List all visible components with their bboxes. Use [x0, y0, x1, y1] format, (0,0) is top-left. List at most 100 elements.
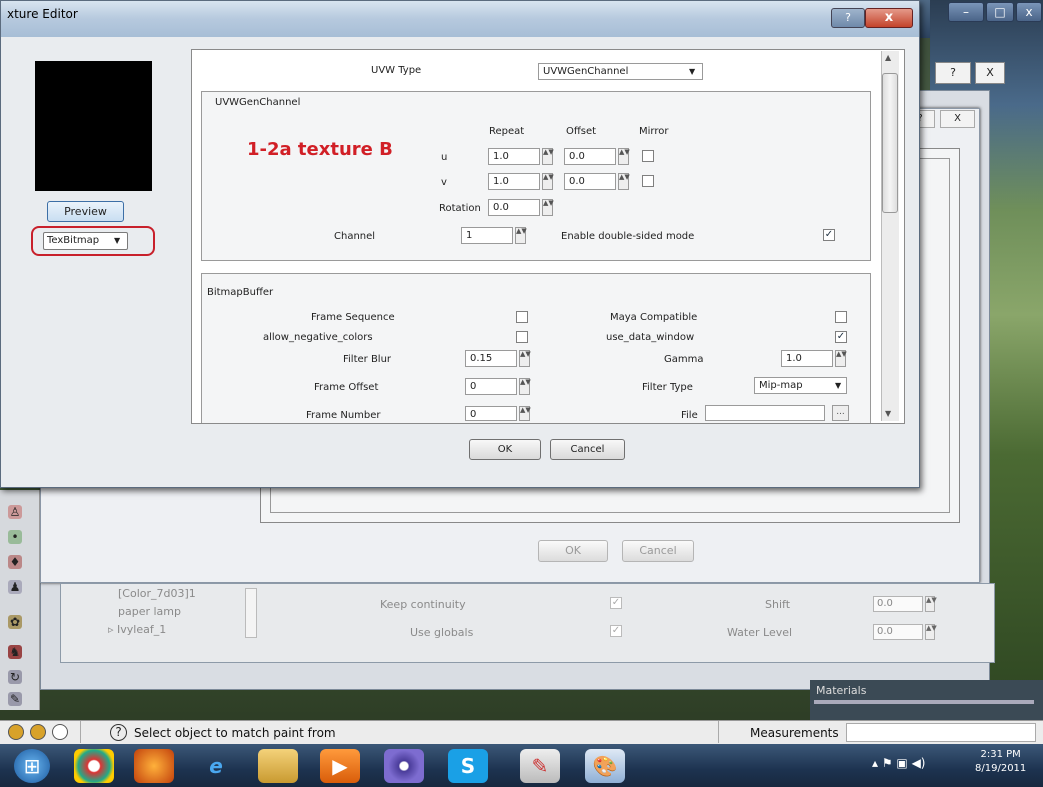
status-divider: [80, 721, 81, 743]
u-offset-input[interactable]: 0.0: [564, 148, 616, 165]
app-icon[interactable]: [384, 749, 424, 783]
keep-continuity-checkbox[interactable]: ✓: [610, 597, 622, 609]
filter-blur-input[interactable]: 0.15: [465, 350, 517, 367]
tool-icon-3[interactable]: [52, 724, 68, 740]
u-repeat-spinner[interactable]: ▲▼: [542, 148, 554, 165]
chevron-down-icon: ▼: [689, 67, 696, 76]
windows-start-icon[interactable]: ⊞: [14, 749, 50, 783]
rotation-label: Rotation: [439, 203, 481, 214]
water-level-spinner[interactable]: ▲▼: [925, 624, 937, 640]
firefox-icon[interactable]: [134, 749, 174, 783]
scrollbar-thumb[interactable]: [882, 73, 898, 213]
footprint-tool-icon[interactable]: •: [8, 530, 22, 544]
materials-divider: [814, 700, 1034, 704]
tool-icon-1[interactable]: [8, 724, 24, 740]
gamma-input[interactable]: 1.0: [781, 350, 833, 367]
frame-number-label: Frame Number: [306, 410, 381, 421]
sketchup-icon[interactable]: ✎: [520, 749, 560, 783]
help-button[interactable]: ?: [831, 8, 865, 28]
frame-number-spinner[interactable]: ▲▼: [519, 406, 531, 421]
filter-blur-spinner[interactable]: ▲▼: [519, 350, 531, 367]
back-cancel-button[interactable]: Cancel: [622, 540, 694, 562]
file-browse-button[interactable]: ...: [832, 405, 849, 421]
clock[interactable]: 2:31 PM 8/19/2011: [975, 748, 1026, 776]
chrome-icon[interactable]: [74, 749, 114, 783]
brush-tool-icon[interactable]: ✎: [8, 692, 22, 706]
list-item-label: Ivyleaf_1: [117, 623, 167, 636]
rotation-input[interactable]: 0.0: [488, 199, 540, 216]
minimize-icon[interactable]: –: [948, 2, 984, 22]
v-repeat-spinner[interactable]: ▲▼: [542, 173, 554, 190]
file-input[interactable]: [705, 405, 825, 421]
allow-negative-colors-checkbox[interactable]: [516, 331, 528, 343]
frame-number-input[interactable]: 0: [465, 406, 517, 421]
paint-tool-icon[interactable]: ♙: [8, 505, 22, 519]
ie-icon[interactable]: e: [196, 749, 236, 783]
use-globals-checkbox[interactable]: ✓: [610, 625, 622, 637]
shift-input[interactable]: 0.0: [873, 596, 923, 612]
taskbar: ⊞ e ▶ S ✎ 🎨 ▴ ⚑ ▣ ◀) 2:31 PM 8/19/2011: [0, 744, 1043, 787]
channel-spinner[interactable]: ▲▼: [515, 227, 527, 244]
tool-icon-2[interactable]: [30, 724, 46, 740]
back-close-button[interactable]: X: [975, 62, 1005, 84]
scroll-down-icon[interactable]: ▼: [885, 409, 891, 418]
texture-editor-titlebar[interactable]: [1, 1, 919, 37]
frame-offset-input[interactable]: 0: [465, 378, 517, 395]
back-help-button[interactable]: ?: [935, 62, 971, 84]
background-lower-panel: [60, 583, 995, 663]
list-item[interactable]: [Color_7d03]1: [118, 587, 196, 600]
paint-icon[interactable]: 🎨: [585, 749, 625, 783]
bucket-tool-icon[interactable]: ♦: [8, 555, 22, 569]
u-label: u: [441, 152, 448, 163]
figure-tool-icon[interactable]: ♞: [8, 645, 22, 659]
measurements-label: Measurements: [750, 726, 839, 740]
status-text: Select object to match paint from: [134, 726, 336, 740]
channel-input[interactable]: 1: [461, 227, 513, 244]
mirror-header: Mirror: [639, 126, 669, 137]
frame-sequence-checkbox[interactable]: [516, 311, 528, 323]
double-sided-checkbox[interactable]: ✓: [823, 229, 835, 241]
maximize-icon[interactable]: □: [986, 2, 1014, 22]
uvwgen-group-title: UVWGenChannel: [215, 97, 301, 108]
ok-button[interactable]: OK: [469, 439, 541, 460]
materials-panel[interactable]: Materials: [810, 680, 1043, 720]
u-repeat-input[interactable]: 1.0: [488, 148, 540, 165]
v-mirror-checkbox[interactable]: [642, 175, 654, 187]
maya-compatible-checkbox[interactable]: [835, 311, 847, 323]
help-circle-icon[interactable]: ?: [110, 724, 127, 741]
media-icon[interactable]: ▶: [320, 749, 360, 783]
preview-button[interactable]: Preview: [47, 201, 124, 222]
offset-header: Offset: [566, 126, 597, 137]
v-repeat-input[interactable]: 1.0: [488, 173, 540, 190]
texture-type-select[interactable]: TexBitmap ▼: [43, 232, 128, 250]
back-list-scrollbar[interactable]: [245, 588, 257, 638]
explorer-icon[interactable]: [258, 749, 298, 783]
list-item[interactable]: paper lamp: [118, 605, 181, 618]
shift-spinner[interactable]: ▲▼: [925, 596, 937, 612]
v-offset-input[interactable]: 0.0: [564, 173, 616, 190]
close-icon[interactable]: x: [1016, 2, 1042, 22]
close-button[interactable]: x: [865, 8, 913, 28]
skype-icon[interactable]: S: [448, 749, 488, 783]
rotation-spinner[interactable]: ▲▼: [542, 199, 554, 216]
gamma-label: Gamma: [664, 354, 704, 365]
person-tool-icon[interactable]: ♟: [8, 580, 22, 594]
water-level-input[interactable]: 0.0: [873, 624, 923, 640]
gamma-spinner[interactable]: ▲▼: [835, 350, 847, 367]
filter-type-select[interactable]: Mip-map ▼: [754, 377, 847, 394]
uvw-type-select[interactable]: UVWGenChannel ▼: [538, 63, 703, 80]
u-mirror-checkbox[interactable]: [642, 150, 654, 162]
scroll-up-icon[interactable]: ▲: [885, 53, 891, 62]
list-item[interactable]: ▹ Ivyleaf_1: [108, 623, 166, 636]
cancel-button[interactable]: Cancel: [550, 439, 625, 460]
lasso-tool-icon[interactable]: ↻: [8, 670, 22, 684]
use-data-window-checkbox[interactable]: ✓: [835, 331, 847, 343]
tray-icons[interactable]: ▴ ⚑ ▣ ◀): [872, 756, 925, 770]
u-offset-spinner[interactable]: ▲▼: [618, 148, 630, 165]
back-dialog-close-button[interactable]: X: [940, 110, 975, 128]
plant-tool-icon[interactable]: ✿: [8, 615, 22, 629]
v-offset-spinner[interactable]: ▲▼: [618, 173, 630, 190]
frame-offset-spinner[interactable]: ▲▼: [519, 378, 531, 395]
back-ok-button[interactable]: OK: [538, 540, 608, 562]
measurements-input[interactable]: [846, 723, 1036, 742]
